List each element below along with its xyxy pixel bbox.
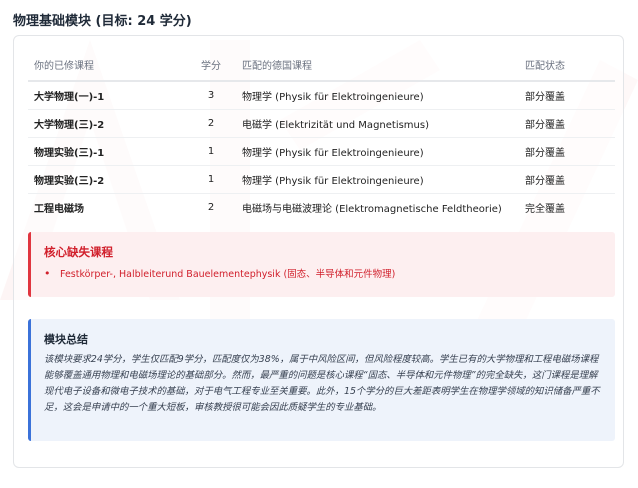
german-course: 物理学 (Physik für Elektroingenieure) — [242, 137, 525, 166]
match-status: 部分覆盖 — [525, 137, 615, 166]
course-name: 物理实验(三)-1 — [28, 137, 180, 166]
missing-courses-alert: 核心缺失课程 Festkörper-, Halbleiterund Bauele… — [28, 232, 615, 297]
table-row: 工程电磁场 2 电磁场与电磁波理论 (Elektromagnetische Fe… — [28, 194, 615, 222]
header-status: 匹配状态 — [525, 48, 615, 82]
table-row: 大学物理(三)-2 2 电磁学 (Elektrizität und Magnet… — [28, 109, 615, 138]
page-title: 物理基础模块 (目标: 24 学分) — [13, 14, 192, 29]
missing-course-item: Festkörper-, Halbleiterund Bauelementeph… — [44, 266, 395, 280]
table-row: 大学物理(一)-1 3 物理学 (Physik für Elektroingen… — [28, 81, 615, 110]
missing-courses-list: Festkörper-, Halbleiterund Bauelementeph… — [44, 266, 395, 280]
header-credits: 学分 — [180, 48, 242, 82]
german-course: 物理学 (Physik für Elektroingenieure) — [242, 165, 525, 194]
table-row: 物理实验(三)-1 1 物理学 (Physik für Elektroingen… — [28, 137, 615, 166]
course-credits: 1 — [180, 165, 242, 194]
module-summary: 模块总结 该模块要求24学分，学生仅匹配9学分，匹配度仅为38%，属于中风险区间… — [28, 319, 615, 441]
german-course: 电磁场与电磁波理论 (Elektromagnetische Feldtheori… — [242, 204, 502, 215]
table-row: 物理实验(三)-2 1 物理学 (Physik für Elektroingen… — [28, 165, 615, 194]
course-credits: 2 — [207, 202, 215, 213]
module-card: 你的已修课程 学分 匹配的德国课程 匹配状态 大学物理(一)-1 3 物理学 (… — [13, 35, 624, 468]
german-course: 物理学 (Physik für Elektroingenieure) — [242, 81, 525, 110]
match-status: 完全覆盖 — [525, 204, 565, 215]
match-status: 部分覆盖 — [525, 165, 615, 194]
course-name: 物理实验(三)-2 — [28, 165, 180, 194]
summary-title: 模块总结 — [44, 333, 88, 346]
course-credits: 3 — [180, 81, 242, 110]
match-status: 部分覆盖 — [525, 81, 615, 110]
course-credits: 2 — [180, 109, 242, 138]
german-course: 电磁学 (Elektrizität und Magnetismus) — [242, 109, 525, 138]
table-header-row: 你的已修课程 学分 匹配的德国课程 匹配状态 — [28, 48, 615, 82]
course-name: 大学物理(一)-1 — [28, 81, 180, 110]
course-name: 大学物理(三)-2 — [28, 109, 180, 138]
summary-text: 该模块要求24学分，学生仅匹配9学分，匹配度仅为38%，属于中风险区间，但风险程… — [44, 354, 600, 413]
header-german-course: 匹配的德国课程 — [242, 48, 525, 82]
course-credits: 1 — [180, 137, 242, 166]
course-table: 你的已修课程 学分 匹配的德国课程 匹配状态 大学物理(一)-1 3 物理学 (… — [28, 48, 615, 221]
missing-courses-title: 核心缺失课程 — [44, 245, 113, 259]
course-name: 工程电磁场 — [34, 204, 84, 215]
header-your-course: 你的已修课程 — [28, 48, 180, 82]
match-status: 部分覆盖 — [525, 109, 615, 138]
